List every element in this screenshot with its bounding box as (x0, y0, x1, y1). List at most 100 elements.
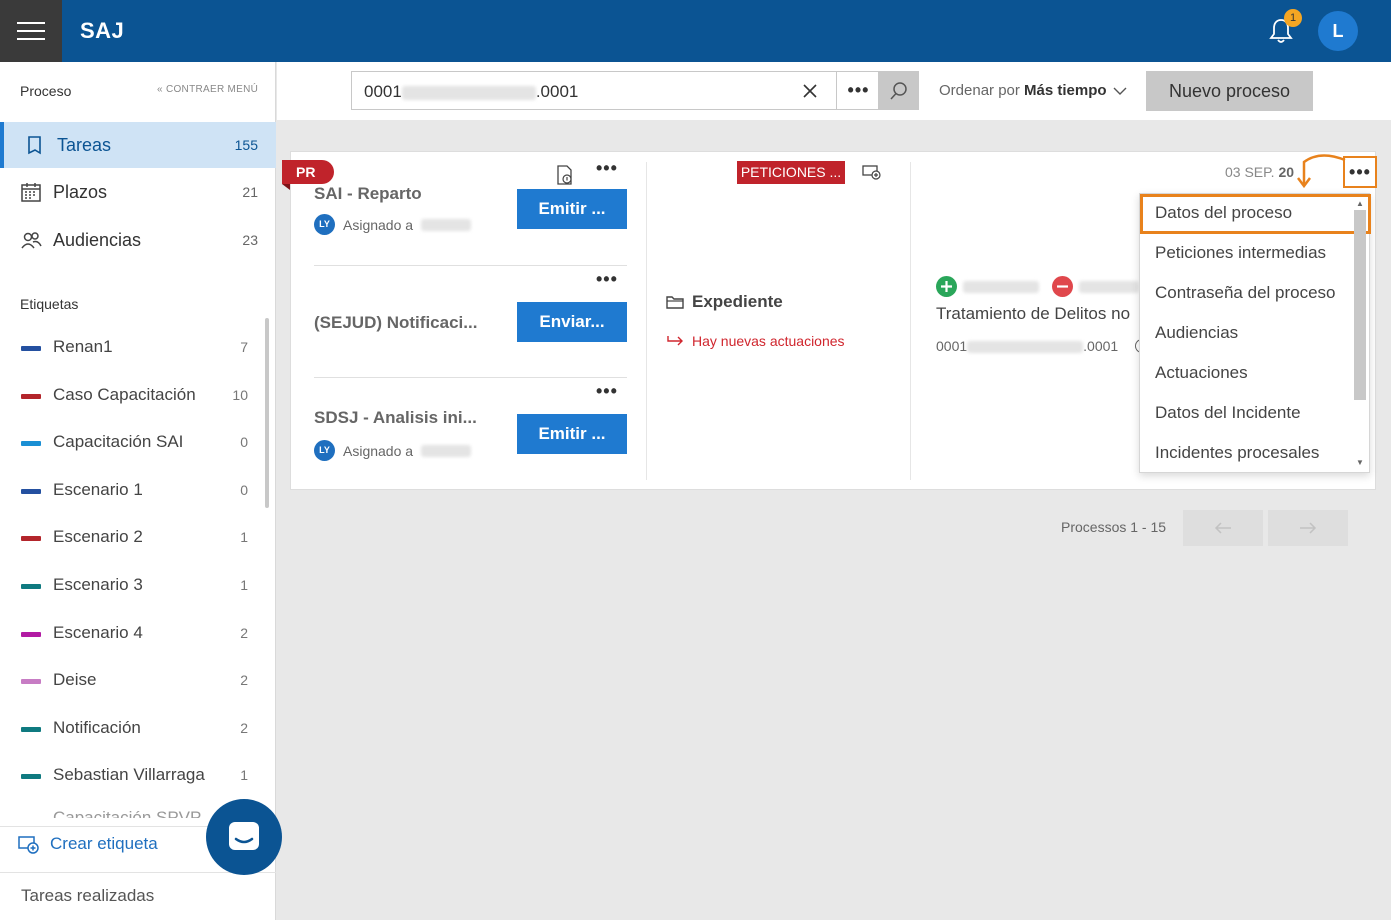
expediente-link[interactable]: Expediente (666, 292, 783, 312)
tag-label: Escenario 2 (53, 527, 143, 547)
highlight-box (1140, 194, 1371, 234)
task-action-button[interactable]: Emitir ... (517, 414, 627, 454)
create-tag-button[interactable]: Crear etiqueta (18, 834, 158, 854)
task-title[interactable]: SDSJ - Analisis ini... (314, 408, 477, 428)
task-title[interactable]: SAI - Reparto (314, 184, 422, 204)
tag-count: 0 (240, 481, 248, 498)
menu-item[interactable]: Peticiones intermedias (1155, 243, 1326, 263)
sidebar-tag-item[interactable]: Capacitación SAI 0 (0, 428, 262, 458)
previous-page-button[interactable] (1183, 510, 1263, 546)
search-icon (890, 81, 907, 100)
tag-color-swatch (21, 679, 41, 685)
sidebar-item-tareas[interactable]: Tareas 155 (0, 122, 276, 168)
sidebar-item-audiencias[interactable]: Audiencias 23 (0, 217, 276, 263)
tag-count: 10 (232, 386, 248, 403)
task-item: ••• (SEJUD) Notificaci... Enviar... (314, 269, 627, 363)
divider (314, 265, 627, 266)
scroll-up-icon[interactable]: ▲ (1356, 199, 1364, 208)
task-more-button[interactable]: ••• (596, 381, 618, 402)
tag-count: 1 (240, 529, 248, 546)
folder-icon (666, 296, 684, 309)
people-icon (21, 232, 42, 249)
menu-item[interactable]: Datos del Incidente (1155, 403, 1301, 423)
party-name-redacted (1079, 281, 1139, 293)
process-number: 0001.0001 (936, 338, 1119, 354)
tag-count: 2 (240, 672, 248, 689)
tag-label: Capacitación SAI (53, 432, 184, 452)
sidebar-item-count: 23 (242, 232, 258, 248)
tag-color-swatch (21, 726, 41, 732)
sidebar-tag-item[interactable]: Escenario 4 2 (0, 619, 262, 649)
sidebar-tag-item[interactable]: Notificación 2 (0, 714, 262, 744)
new-actions-link[interactable]: Hay nuevas actuaciones (666, 333, 845, 349)
chevron-down-icon (1113, 87, 1127, 95)
sidebar: Proceso « CONTRAER MENÚ Tareas 155 Plazo… (0, 62, 276, 920)
arrow-left-icon (1214, 522, 1231, 534)
task-title[interactable]: (SEJUD) Notificaci... (314, 313, 477, 333)
sidebar-section-title: Proceso (20, 83, 72, 99)
avatar: LY (314, 440, 335, 461)
tag-color-swatch (21, 346, 41, 351)
tag-color-swatch (21, 441, 41, 447)
tag-count: 0 (240, 434, 248, 451)
sidebar-item-plazos[interactable]: Plazos 21 (0, 169, 276, 215)
sidebar-tag-item[interactable]: Escenario 2 1 (0, 523, 262, 553)
process-class: Tratamiento de Delitos no (936, 304, 1131, 323)
arrow-right-icon (667, 336, 683, 346)
search-input[interactable]: 0001.0001 ••• (351, 71, 879, 110)
task-action-button[interactable]: Emitir ... (517, 189, 627, 229)
menu-item[interactable]: Actuaciones (1155, 363, 1248, 383)
menu-scrollbar[interactable] (1354, 210, 1366, 400)
menu-item[interactable]: Audiencias (1155, 323, 1238, 343)
sidebar-scrollbar[interactable] (265, 318, 269, 508)
tag-count: 7 (240, 339, 248, 355)
search-options-button[interactable]: ••• (836, 72, 880, 109)
tag-label: Escenario 3 (53, 575, 143, 594)
divider (646, 162, 647, 480)
add-tag-icon[interactable] (862, 164, 882, 180)
sidebar-tag-item[interactable]: Escenario 1 0 (0, 476, 262, 506)
menu-item[interactable]: Incidentes procesales (1155, 443, 1319, 463)
user-avatar[interactable]: L (1318, 11, 1358, 51)
tag-color-swatch (21, 631, 41, 637)
task-action-button[interactable]: Enviar... (517, 302, 627, 342)
sidebar-partial-tag: Capacitación SPVP (53, 808, 202, 818)
collapse-menu-label: CONTRAER MENÚ (165, 84, 259, 95)
close-icon[interactable] (800, 81, 820, 101)
tag-label: Caso Capacitación (53, 384, 196, 404)
pagination-label: Processos 1 - 15 (1061, 519, 1167, 535)
process-date: 03 SEP. 20 (1225, 164, 1295, 180)
book-icon (28, 136, 41, 155)
tag-count: 1 (240, 577, 248, 593)
tag-color-swatch (21, 488, 41, 494)
task-more-button[interactable]: ••• (596, 158, 618, 179)
sidebar-tag-item[interactable]: Renan1 7 (0, 333, 262, 363)
tag-count: 2 (240, 624, 248, 641)
remove-party-icon[interactable] (1052, 276, 1073, 297)
next-page-button[interactable] (1268, 510, 1348, 546)
done-tasks-link[interactable]: Tareas realizadas (21, 886, 154, 906)
menu-item[interactable]: Contraseña del proceso (1155, 283, 1336, 303)
chat-support-button[interactable] (206, 799, 282, 875)
top-bar: SAJ (0, 0, 1391, 62)
task-item: ••• SAI - Reparto LY Asignado a Emitir ..… (314, 158, 627, 252)
sidebar-tag-item[interactable]: Deise 2 (0, 666, 262, 696)
add-tag-icon (18, 836, 39, 854)
add-party-icon[interactable] (936, 276, 957, 297)
petitions-badge[interactable]: PETICIONES ... (737, 161, 845, 184)
app-brand: SAJ (80, 18, 125, 43)
new-process-button[interactable]: Nuevo proceso (1146, 71, 1313, 111)
sidebar-tag-item[interactable]: Escenario 3 1 (0, 571, 262, 601)
hamburger-menu-button[interactable] (0, 0, 62, 62)
calendar-icon (21, 183, 41, 202)
collapse-menu-button[interactable]: « CONTRAER MENÚ (157, 84, 258, 95)
sort-dropdown[interactable]: Ordenar por Más tiempo (939, 82, 1107, 99)
arrow-right-icon (1300, 522, 1317, 534)
tag-label: Notificación (53, 717, 141, 737)
scroll-down-icon[interactable]: ▼ (1356, 458, 1364, 467)
sidebar-tag-item[interactable]: Sebastian Villarraga 1 (0, 761, 262, 791)
task-more-button[interactable]: ••• (596, 269, 618, 290)
task-item: ••• SDSJ - Analisis ini... LY Asignado a … (314, 381, 627, 475)
sidebar-tag-item[interactable]: Caso Capacitación 10 (0, 381, 262, 411)
search-button[interactable] (879, 71, 919, 110)
